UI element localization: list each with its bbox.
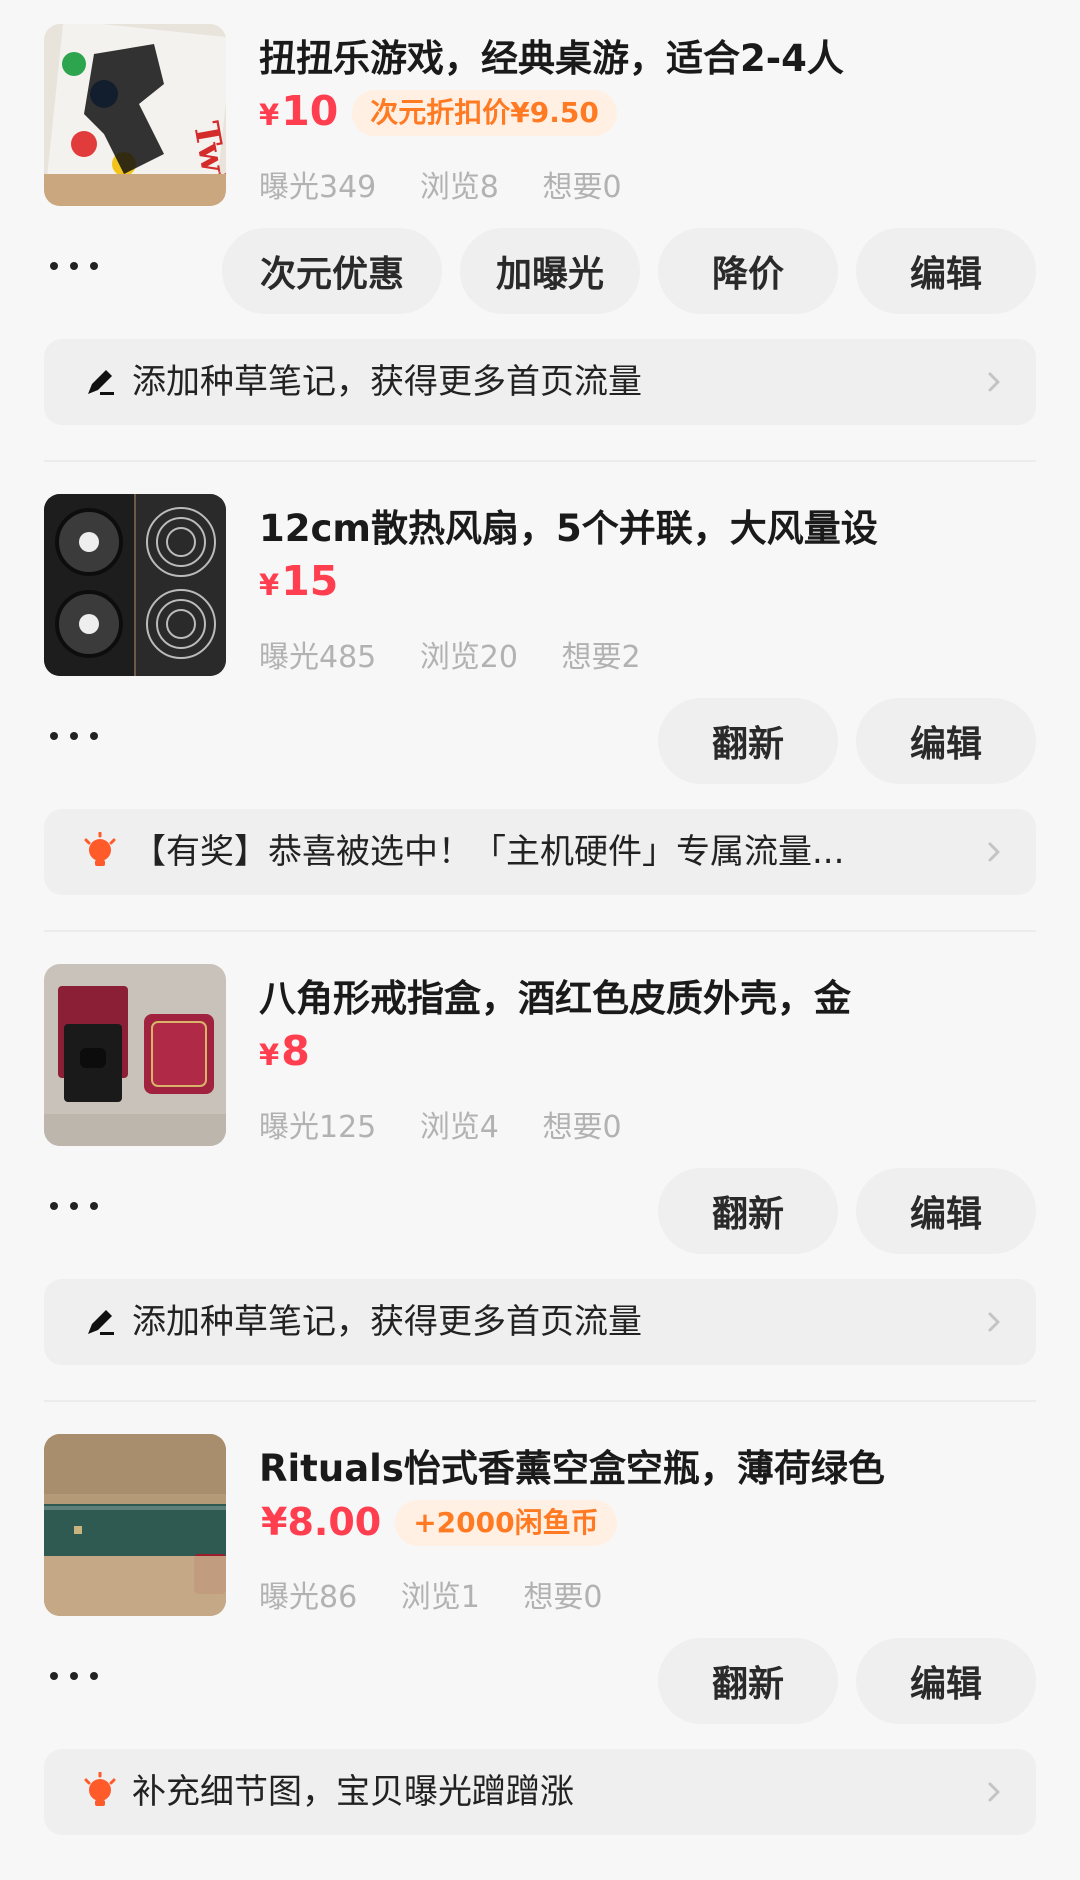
tip-banner[interactable]: 【有奖】恭喜被选中！「主机硬件」专属流量... (44, 809, 1036, 895)
currency-symbol: ¥ (259, 568, 280, 602)
banner-text: 添加种草笔记，获得更多首页流量 (132, 1302, 642, 1342)
view-count: 浏览8 (419, 170, 499, 205)
view-count: 浏览1 (400, 1580, 480, 1615)
divider (44, 460, 1036, 462)
want-count: 想要0 (542, 170, 622, 205)
promo-badge: 次元折扣价¥9.50 (352, 90, 617, 136)
edit-button[interactable]: 编辑 (856, 1168, 1036, 1254)
price-value: 10 (281, 87, 339, 135)
tip-banner[interactable]: 添加种草笔记，获得更多首页流量 (44, 1279, 1036, 1365)
coin-reward-badge: +2000闲鱼币 (395, 1500, 617, 1546)
exposure-count: 曝光86 (259, 1580, 358, 1615)
item-price: ¥8.00 (259, 1495, 381, 1552)
chevron-right-icon (988, 842, 1000, 862)
edit-button[interactable]: 编辑 (856, 1638, 1036, 1724)
renew-button[interactable]: 翻新 (658, 698, 838, 784)
exposure-count: 曝光349 (259, 170, 377, 205)
want-count: 想要0 (542, 1110, 622, 1145)
product-thumbnail[interactable] (44, 964, 226, 1146)
product-thumbnail[interactable] (44, 1434, 226, 1616)
more-options-icon[interactable] (50, 1658, 98, 1694)
listing-card[interactable]: Rituals怡式香薰空盒空瓶，薄荷绿色 ¥8.00 +2000闲鱼币 曝光86… (0, 1410, 1080, 1880)
item-stats: 曝光125 浏览4 想要0 (259, 1102, 656, 1146)
more-options-icon[interactable] (50, 1188, 98, 1224)
item-price: ¥8 (259, 1024, 310, 1082)
exposure-count: 曝光125 (259, 1110, 377, 1145)
product-thumbnail[interactable]: Twister (44, 24, 226, 206)
product-thumbnail[interactable] (44, 494, 226, 676)
item-stats: 曝光485 浏览20 想要2 (259, 632, 675, 676)
price-value: 8 (281, 1027, 310, 1075)
item-stats: 曝光86 浏览1 想要0 (259, 1572, 636, 1616)
listing-card[interactable]: 八角形戒指盒，酒红色皮质外壳，金 ¥8 曝光125 浏览4 想要0 翻新 编辑 … (0, 940, 1080, 1410)
edit-button[interactable]: 编辑 (856, 228, 1036, 314)
item-price: ¥10 (259, 84, 338, 142)
price-value: ¥8.00 (261, 1499, 382, 1544)
view-count: 浏览4 (419, 1110, 499, 1145)
exposure-count: 曝光485 (259, 640, 377, 675)
banner-text: 添加种草笔记，获得更多首页流量 (132, 362, 642, 402)
listing-card[interactable]: 12cm散热风扇，5个并联，大风量设 ¥15 曝光485 浏览20 想要2 翻新… (0, 470, 1080, 940)
item-title: 八角形戒指盒，酒红色皮质外壳，金 (259, 977, 851, 1020)
more-options-icon[interactable] (50, 718, 98, 754)
price-row: ¥8 (259, 1026, 310, 1080)
more-options-icon[interactable] (50, 248, 98, 284)
tip-banner[interactable]: 补充细节图，宝贝曝光蹭蹭涨 (44, 1749, 1036, 1835)
edit-button[interactable]: 编辑 (856, 698, 1036, 784)
twister-box-image: Twister (44, 24, 226, 206)
currency-symbol: ¥ (259, 1038, 280, 1072)
want-count: 想要0 (523, 1580, 603, 1615)
price-value: 15 (281, 557, 339, 605)
item-title: 扭扭乐游戏，经典桌游，适合2-4人 (259, 37, 844, 80)
want-count: 想要2 (561, 640, 641, 675)
banner-text: 【有奖】恭喜被选中！「主机硬件」专属流量... (132, 832, 845, 872)
chevron-right-icon (988, 1312, 1000, 1332)
lower-price-button[interactable]: 降价 (658, 228, 838, 314)
tip-banner[interactable]: 添加种草笔记，获得更多首页流量 (44, 339, 1036, 425)
lightbulb-icon (84, 1772, 116, 1806)
boost-exposure-button[interactable]: 加曝光 (460, 228, 640, 314)
pen-icon (88, 1310, 114, 1335)
listing-card[interactable]: Twister 扭扭乐游戏，经典桌游，适合2-4人 ¥10 次元折扣价¥9.50… (0, 0, 1080, 470)
view-count: 浏览20 (419, 640, 518, 675)
renew-button[interactable]: 翻新 (658, 1638, 838, 1724)
item-title: Rituals怡式香薰空盒空瓶，薄荷绿色 (259, 1447, 885, 1490)
banner-text: 补充细节图，宝贝曝光蹭蹭涨 (132, 1772, 574, 1812)
cooling-fans-image (44, 494, 226, 676)
renew-button[interactable]: 翻新 (658, 1168, 838, 1254)
item-price: ¥15 (259, 554, 338, 612)
price-row: ¥8.00 +2000闲鱼币 (259, 1496, 617, 1550)
divider (44, 930, 1036, 932)
price-row: ¥10 次元折扣价¥9.50 (259, 86, 617, 140)
item-title: 12cm散热风扇，5个并联，大风量设 (259, 507, 878, 550)
currency-symbol: ¥ (259, 98, 280, 132)
ring-box-image (44, 964, 226, 1146)
divider (44, 1400, 1036, 1402)
item-stats: 曝光349 浏览8 想要0 (259, 162, 656, 206)
rituals-box-image (44, 1434, 226, 1616)
pen-icon (88, 370, 114, 395)
chevron-right-icon (988, 1782, 1000, 1802)
price-row: ¥15 (259, 556, 338, 610)
discount-button[interactable]: 次元优惠 (222, 228, 442, 314)
lightbulb-icon (84, 832, 116, 866)
chevron-right-icon (988, 372, 1000, 392)
